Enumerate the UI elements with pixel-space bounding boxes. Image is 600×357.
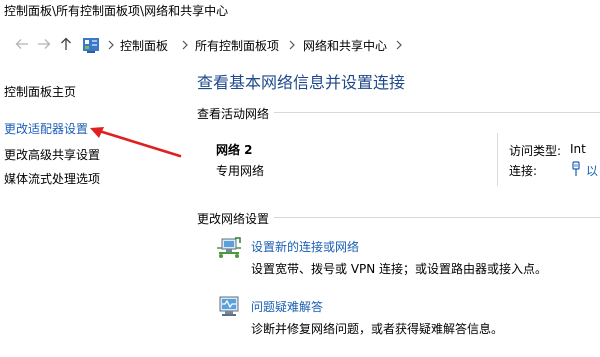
window-title: 控制面板\所有控制面板项\网络和共享中心 (4, 4, 229, 18)
setup-new-connection-description: 设置宽带、拨号或 VPN 连接；或设置路由器或接入点。 (251, 262, 548, 276)
sidebar-item-control-panel-home[interactable]: 控制面板主页 (4, 83, 76, 100)
access-type-label: 访问类型: (509, 144, 562, 158)
chevron-right-icon[interactable] (287, 38, 297, 52)
active-networks-label: 查看活动网络 (197, 107, 270, 121)
connections-label: 连接: (509, 164, 538, 178)
change-network-settings-label: 更改网络设置 (197, 212, 270, 226)
troubleshoot-icon (219, 296, 239, 316)
network-type: 专用网络 (216, 164, 265, 178)
sidebar-item-change-adapter-settings[interactable]: 更改适配器设置 (4, 120, 88, 137)
section-divider (274, 112, 600, 113)
setup-new-connection-link[interactable]: 设置新的连接或网络 (251, 238, 359, 255)
troubleshoot-description: 诊断并修复网络问题，或者获得疑难解答信息。 (251, 322, 504, 336)
control-panel-icon (82, 36, 100, 54)
network-divider (497, 133, 498, 186)
forward-arrow-icon[interactable] (36, 36, 52, 52)
new-connection-icon (217, 237, 241, 258)
breadcrumb-network-center[interactable]: 网络和共享中心 (303, 30, 387, 60)
sidebar-item-media-streaming[interactable]: 媒体流式处理选项 (4, 170, 100, 187)
network-name: 网络 2 (216, 143, 253, 157)
connection-link[interactable]: 以 (586, 162, 598, 179)
back-arrow-icon[interactable] (14, 36, 30, 52)
chevron-right-icon (108, 40, 114, 50)
ethernet-connection-icon[interactable] (570, 161, 582, 177)
sidebar-item-advanced-sharing[interactable]: 更改高级共享设置 (4, 146, 100, 163)
address-bar: 控制面板 所有控制面板项 网络和共享中心 (0, 30, 600, 60)
chevron-right-icon[interactable] (180, 38, 190, 52)
red-arrow-icon (90, 127, 182, 158)
up-arrow-icon[interactable] (58, 36, 74, 52)
breadcrumb-control-panel[interactable]: 控制面板 (120, 30, 168, 60)
access-type-value: Int (570, 142, 586, 156)
page-title: 查看基本网络信息并设置连接 (197, 73, 406, 92)
breadcrumb-all-items[interactable]: 所有控制面板项 (195, 30, 279, 60)
chevron-right-icon[interactable] (394, 38, 404, 52)
section-divider (274, 217, 600, 218)
window-title-bar: 控制面板\所有控制面板项\网络和共享中心 (0, 0, 600, 22)
troubleshoot-link[interactable]: 问题疑难解答 (251, 298, 323, 315)
